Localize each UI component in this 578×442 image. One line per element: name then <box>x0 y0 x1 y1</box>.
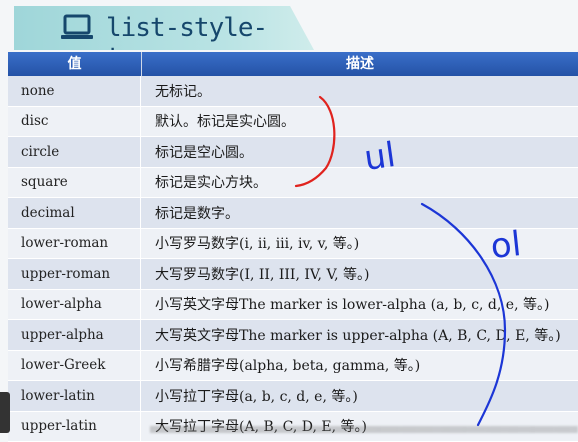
table-row: disc默认。标记是实心圆。 <box>8 107 578 138</box>
table-row: square标记是实心方块。 <box>8 168 578 199</box>
bottom-caption-blur <box>150 426 578 433</box>
row-description: 小写英文字母The marker is lower-alpha (a, b, c… <box>141 290 578 320</box>
table-row: decimal标记是数字。 <box>8 198 578 229</box>
header-description: 描述 <box>142 52 578 76</box>
row-description: 大写罗马数字(I, II, III, IV, V, 等。) <box>141 259 578 289</box>
row-value: none <box>8 76 141 106</box>
row-value: lower-roman <box>8 229 141 259</box>
table-header: 值 描述 <box>8 52 578 76</box>
row-value: upper-roman <box>8 259 141 289</box>
title-banner: list-style-type <box>14 6 314 50</box>
table-row: upper-roman大写罗马数字(I, II, III, IV, V, 等。) <box>8 259 578 290</box>
row-description: 标记是实心方块。 <box>141 168 578 198</box>
row-description: 大写英文字母The marker is upper-alpha (A, B, C… <box>141 320 578 350</box>
list-style-type-table: 值 描述 none无标记。 disc默认。标记是实心圆。 circle标记是空心… <box>8 52 578 428</box>
row-description: 小写拉丁字母(a, b, c, d, e, 等。) <box>141 381 578 411</box>
row-value: lower-alpha <box>8 290 141 320</box>
row-description: 小写罗马数字(i, ii, iii, iv, v, 等。) <box>141 229 578 259</box>
row-value: upper-latin <box>8 412 141 442</box>
row-value: disc <box>8 107 141 137</box>
row-value: decimal <box>8 198 141 228</box>
row-description: 标记是空心圆。 <box>141 137 578 167</box>
table-row: lower-latin小写拉丁字母(a, b, c, d, e, 等。) <box>8 381 578 412</box>
row-description: 标记是数字。 <box>141 198 578 228</box>
row-value: lower-latin <box>8 381 141 411</box>
row-description: 无标记。 <box>141 76 578 106</box>
table-row: circle标记是空心圆。 <box>8 137 578 168</box>
table-row: upper-alpha大写英文字母The marker is upper-alp… <box>8 320 578 351</box>
table-row: lower-alpha小写英文字母The marker is lower-alp… <box>8 290 578 321</box>
row-description: 小写希腊字母(alpha, beta, gamma, 等。) <box>141 351 578 381</box>
header-value: 值 <box>8 52 142 76</box>
table-row: lower-Greek小写希腊字母(alpha, beta, gamma, 等。… <box>8 351 578 382</box>
row-value: circle <box>8 137 141 167</box>
table-row: lower-roman小写罗马数字(i, ii, iii, iv, v, 等。) <box>8 229 578 260</box>
row-value: upper-alpha <box>8 320 141 350</box>
row-value: lower-Greek <box>8 351 141 381</box>
side-panel-tab[interactable] <box>0 392 10 433</box>
table-body: none无标记。 disc默认。标记是实心圆。 circle标记是空心圆。 sq… <box>8 76 578 442</box>
laptop-icon <box>60 14 94 42</box>
row-value: square <box>8 168 141 198</box>
row-description: 默认。标记是实心圆。 <box>141 107 578 137</box>
table-row: none无标记。 <box>8 76 578 107</box>
